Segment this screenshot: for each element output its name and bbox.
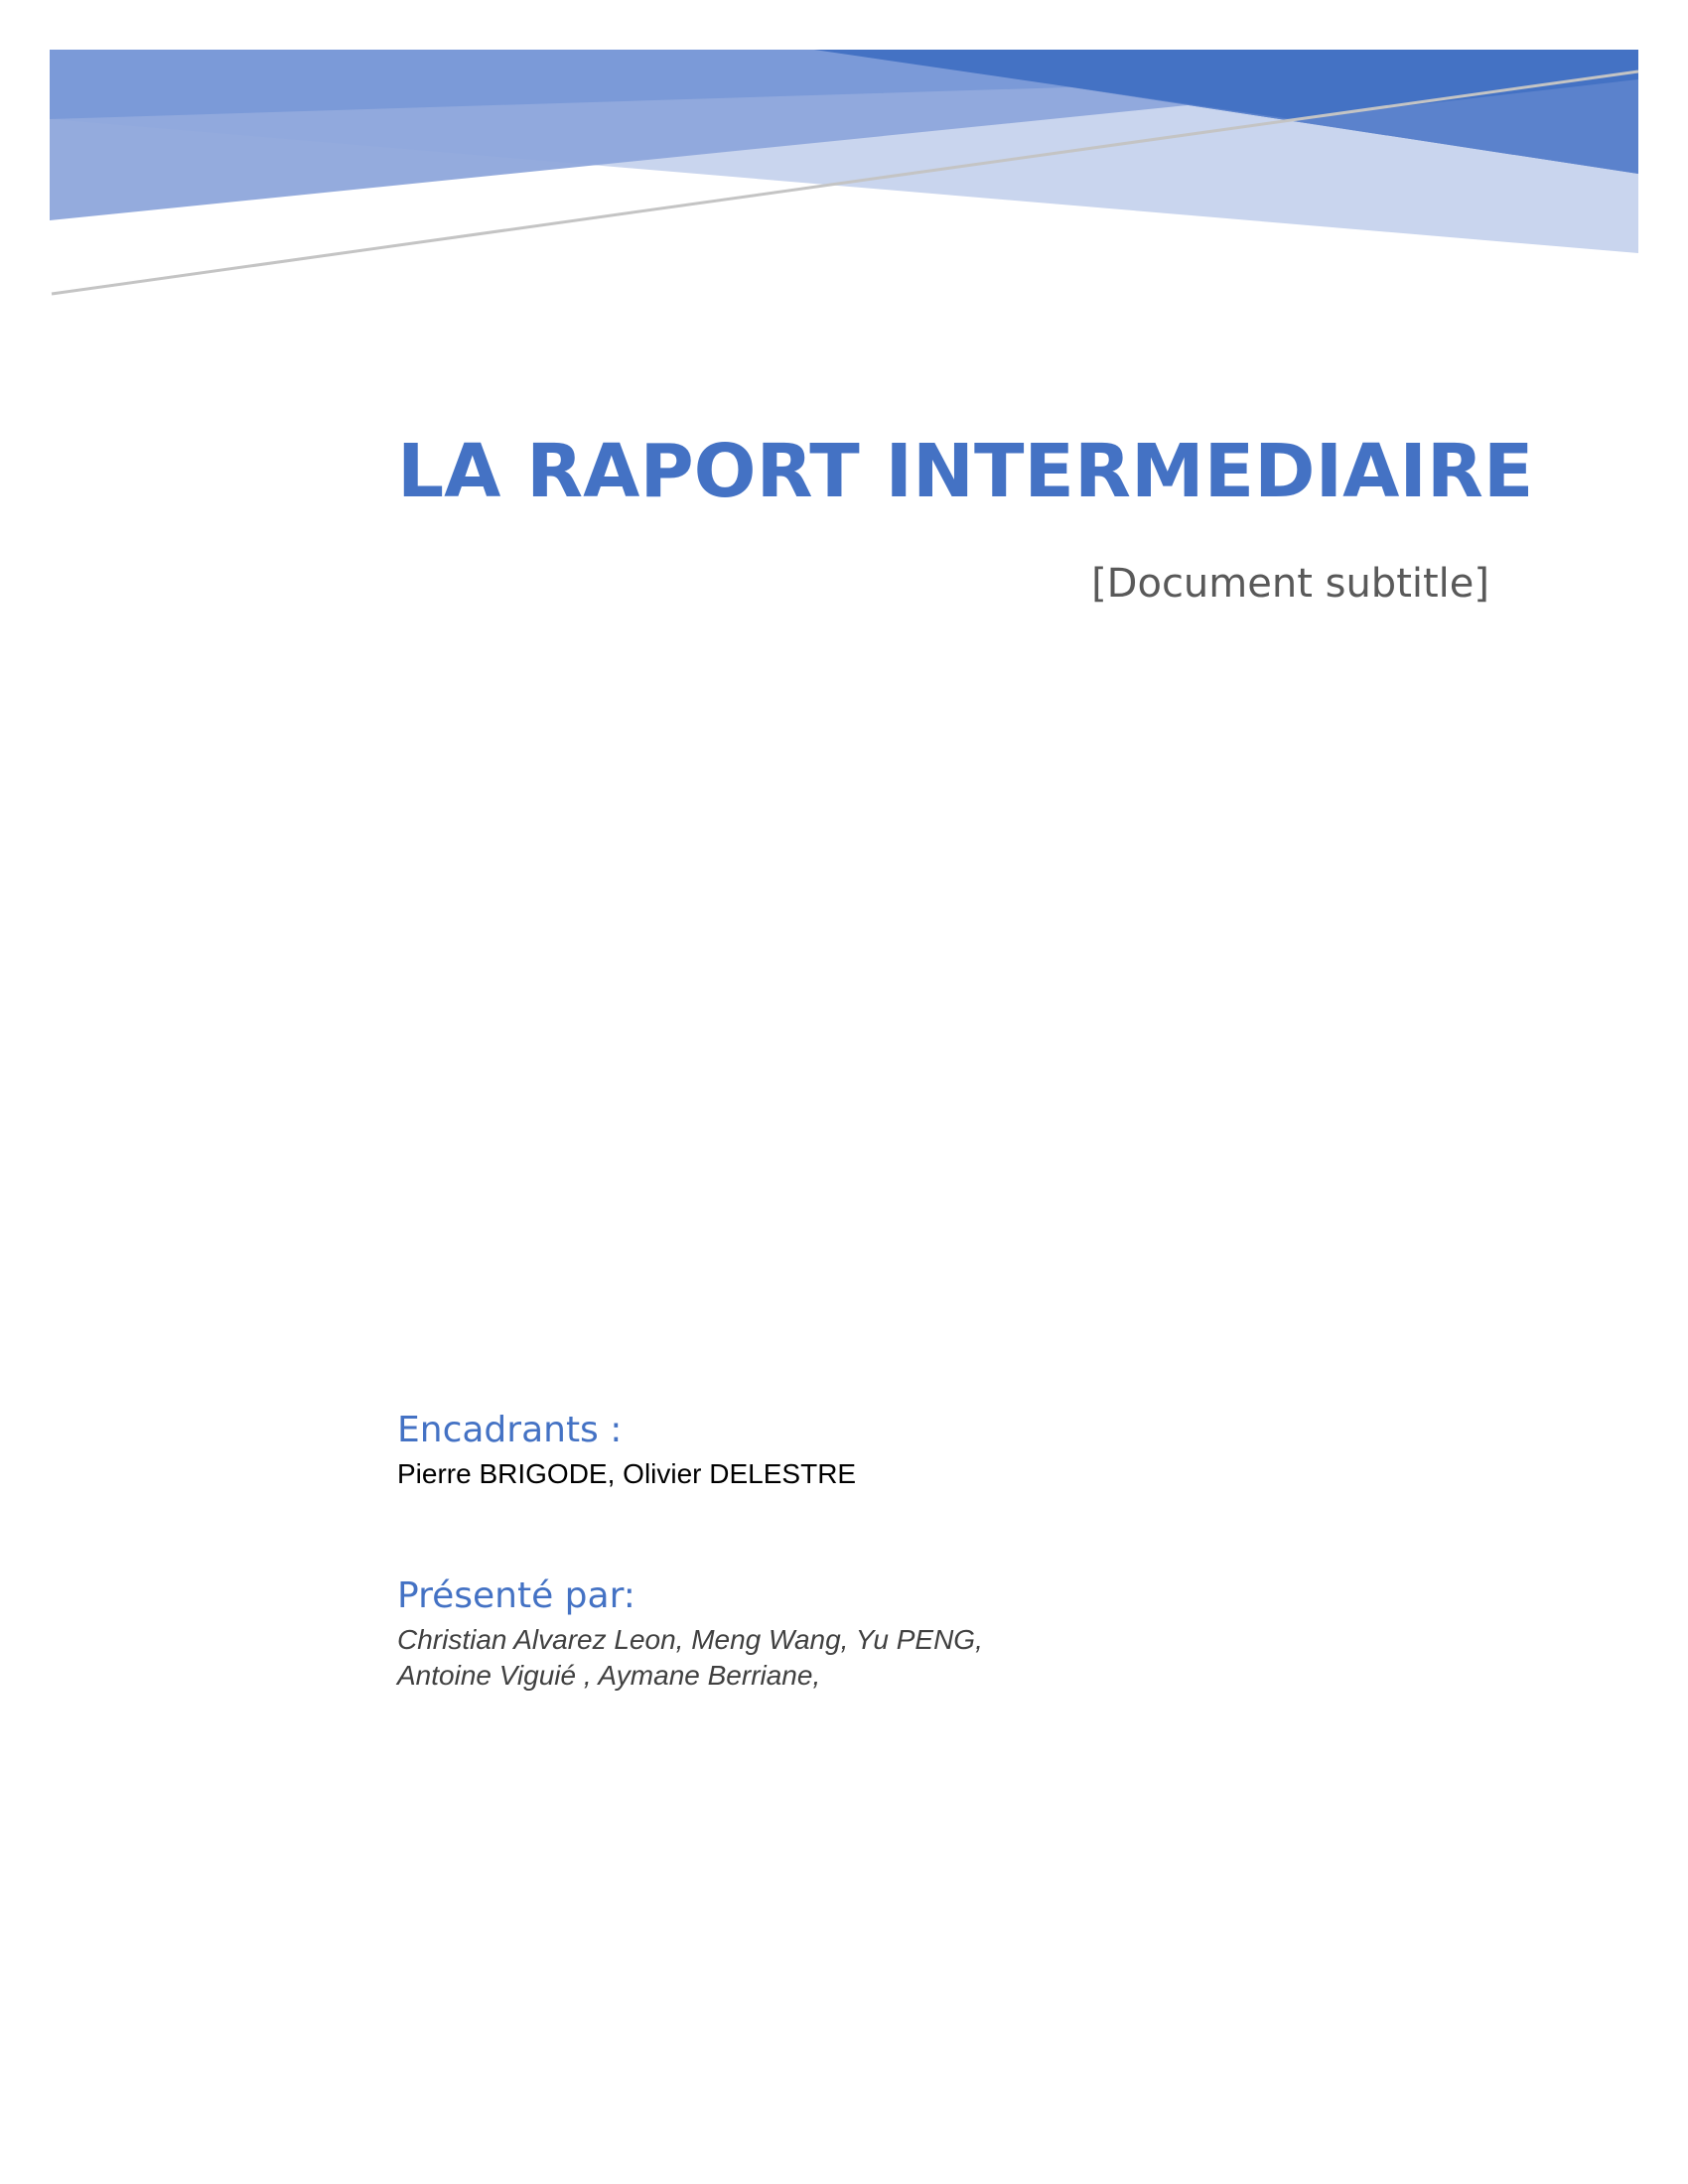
header-banner xyxy=(50,50,1639,296)
supervisors-names: Pierre BRIGODE, Olivier DELESTRE xyxy=(397,1458,857,1489)
presenters-line: Christian Alvarez Leon, Meng Wang, Yu PE… xyxy=(397,1624,983,1655)
document-title: LA RAPORT INTERMEDIAIRE xyxy=(397,429,1534,514)
presenters-heading: Présenté par: xyxy=(397,1575,635,1616)
document-page: LA RAPORT INTERMEDIAIRE [Document subtit… xyxy=(0,0,1688,2184)
supervisors-heading: Encadrants : xyxy=(397,1410,623,1450)
document-subtitle: [Document subtitle] xyxy=(1091,561,1489,607)
presenters-list: Christian Alvarez Leon, Meng Wang, Yu PE… xyxy=(397,1622,983,1694)
presenters-line: Antoine Viguié , Aymane Berriane, xyxy=(397,1660,821,1691)
